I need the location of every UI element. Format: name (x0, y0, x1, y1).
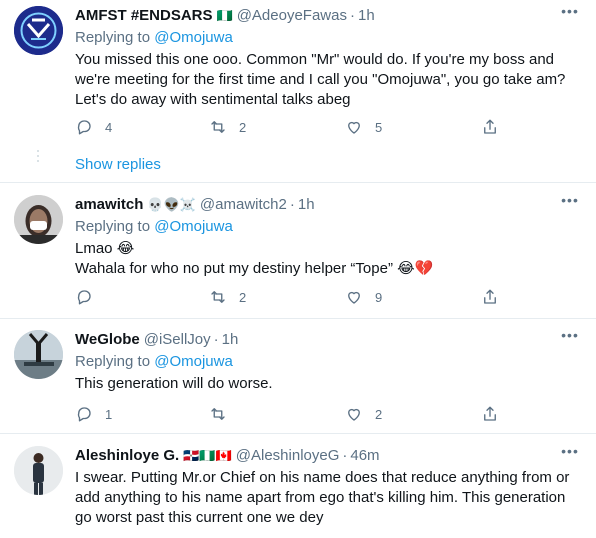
like-button[interactable]: 9 (345, 287, 382, 307)
share-icon (484, 289, 496, 304)
retweet-count: 2 (239, 119, 247, 135)
name-flags: 🇩🇴🇳🇬🇨🇦 (183, 448, 232, 463)
tweet-header: Aleshinloye G. 🇩🇴🇳🇬🇨🇦 @AleshinloyeG · 46… (75, 446, 576, 466)
mention-link[interactable]: @Omojuwa (154, 353, 233, 370)
thread-dots (37, 150, 41, 162)
retweet-button[interactable] (209, 404, 239, 424)
reply-button[interactable] (75, 287, 105, 307)
tweet-actions: 1 2 (75, 404, 505, 424)
show-replies-link[interactable]: Show replies (75, 156, 161, 173)
tweet-aleshinloye[interactable]: Aleshinloye G. 🇩🇴🇳🇬🇨🇦 @AleshinloyeG · 46… (0, 434, 596, 538)
avatar-photo-icon (14, 195, 63, 244)
name-emoji: 💀👽☠️ (147, 197, 196, 212)
reply-icon (77, 290, 91, 305)
like-count: 2 (375, 406, 383, 422)
display-name[interactable]: WeGlobe (75, 330, 140, 350)
timestamp[interactable]: 46m (350, 446, 379, 466)
like-button[interactable]: 5 (345, 117, 382, 137)
retweet-count: 2 (239, 289, 247, 305)
display-name[interactable]: Aleshinloye G. (75, 446, 179, 466)
like-count: 9 (375, 289, 383, 305)
replying-prefix: Replying to (75, 218, 151, 235)
user-handle[interactable]: @iSellJoy (144, 330, 211, 350)
tweet-weglobe[interactable]: WeGlobe @iSellJoy · 1h Replying to @Omoj… (0, 319, 596, 433)
user-handle[interactable]: @AleshinloyeG (236, 446, 340, 466)
separator-dot: · (289, 196, 295, 213)
avatar[interactable] (14, 330, 63, 379)
more-icon[interactable]: ••• (560, 193, 580, 211)
mention-link[interactable]: @Omojuwa (154, 29, 233, 46)
mention-link[interactable]: @Omojuwa (154, 218, 233, 235)
retweet-button[interactable]: 2 (209, 287, 246, 307)
avatar[interactable] (14, 446, 63, 495)
tweet-actions: 2 9 (75, 287, 505, 307)
share-icon (484, 119, 496, 134)
avatar-photo-icon (14, 446, 63, 495)
avatar-photo-icon (14, 330, 63, 379)
timestamp[interactable]: 1h (358, 6, 375, 26)
avatar-logo-icon (14, 6, 63, 55)
tweet-header: AMFST #ENDSARS 🇳🇬 @AdeoyeFawas · 1h (75, 6, 576, 26)
like-count: 5 (375, 119, 383, 135)
retweet-button[interactable]: 2 (209, 117, 246, 137)
name-flags: 🇳🇬 (216, 8, 233, 23)
timestamp[interactable]: 1h (222, 330, 239, 350)
tweet-actions: 4 2 5 (75, 117, 505, 137)
reply-button[interactable]: 4 (75, 117, 112, 137)
heart-icon (348, 408, 360, 421)
like-button[interactable]: 2 (345, 404, 382, 424)
reply-icon (77, 407, 91, 422)
replying-to: Replying to @Omojuwa (75, 217, 576, 237)
more-icon[interactable]: ••• (560, 444, 580, 462)
tweet-text: You missed this one ooo. Common "Mr" wou… (75, 51, 566, 108)
reply-count: 4 (105, 119, 113, 135)
share-button[interactable] (481, 117, 499, 137)
retweet-icon (211, 408, 225, 420)
replying-prefix: Replying to (75, 353, 151, 370)
tweet-text: I swear. Putting Mr.or Chief on his name… (75, 469, 570, 526)
replying-prefix: Replying to (75, 29, 151, 46)
display-name[interactable]: amawitch (75, 195, 143, 215)
retweet-icon (211, 121, 225, 133)
tweet-text-line: Lmao 😂 (75, 240, 135, 257)
tweet-amfst[interactable]: AMFST #ENDSARS 🇳🇬 @AdeoyeFawas · 1h Repl… (0, 0, 596, 182)
more-icon[interactable]: ••• (560, 4, 580, 22)
tweet-header: amawitch 💀👽☠️ @amawitch2 · 1h (75, 195, 576, 215)
user-handle[interactable]: @AdeoyeFawas (237, 6, 347, 26)
avatar[interactable] (14, 6, 63, 55)
separator-dot: · (349, 7, 355, 24)
reply-icon (77, 120, 91, 135)
reply-button[interactable]: 1 (75, 404, 112, 424)
retweet-icon (211, 291, 225, 303)
more-icon[interactable]: ••• (560, 328, 580, 346)
avatar[interactable] (14, 195, 63, 244)
tweet-header: WeGlobe @iSellJoy · 1h (75, 330, 576, 350)
share-button[interactable] (481, 287, 499, 307)
tweet-amawitch[interactable]: amawitch 💀👽☠️ @amawitch2 · 1h Replying t… (0, 183, 596, 318)
heart-icon (348, 291, 360, 304)
heart-icon (348, 121, 360, 134)
separator-dot: · (342, 447, 348, 464)
tweet-text: This generation will do worse. (75, 375, 273, 392)
user-handle[interactable]: @amawitch2 (200, 195, 287, 215)
replying-to: Replying to @Omojuwa (75, 352, 576, 372)
share-icon (484, 406, 496, 421)
display-name[interactable]: AMFST #ENDSARS (75, 6, 213, 26)
reply-count: 1 (105, 406, 113, 422)
timestamp[interactable]: 1h (298, 195, 315, 215)
tweet-text-line: Wahala for who no put my destiny helper … (75, 260, 434, 277)
separator-dot: · (213, 331, 219, 348)
share-button[interactable] (481, 404, 499, 424)
replying-to: Replying to @Omojuwa (75, 28, 576, 48)
